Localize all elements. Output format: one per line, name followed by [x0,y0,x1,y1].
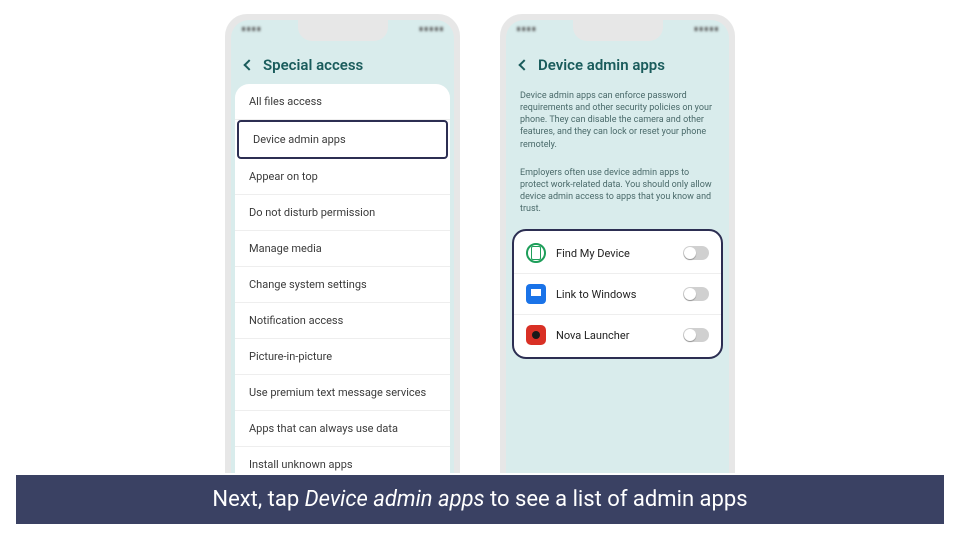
admin-apps-list: Find My Device Link to Windows Nova Launch… [512,229,723,359]
notch [298,20,388,41]
toggle-switch[interactable] [683,328,709,342]
caption-pre: Next, tap [212,487,304,512]
screen-right: ∎∎∎∎∎∎∎∎∎ Device admin apps Device admin… [506,20,729,508]
settings-item[interactable]: Manage media [235,231,450,267]
description-1: Device admin apps can enforce password r… [506,84,729,161]
stage: ∎∎∎∎∎∎∎∎∎ Special access All files acces… [0,0,960,540]
app-name: Find My Device [556,247,673,260]
page-title: Device admin apps [538,56,665,74]
phone-left: ∎∎∎∎∎∎∎∎∎ Special access All files acces… [225,14,460,514]
settings-item[interactable]: Do not disturb permission [235,195,450,231]
settings-item[interactable]: All files access [235,84,450,120]
settings-list: All files accessDevice admin appsAppear … [235,84,450,504]
settings-item[interactable]: Notification access [235,303,450,339]
find-icon [526,243,546,263]
notch [573,20,663,41]
screen-left: ∎∎∎∎∎∎∎∎∎ Special access All files acces… [231,20,454,508]
app-name: Link to Windows [556,288,673,301]
link-icon [526,284,546,304]
settings-item[interactable]: Picture-in-picture [235,339,450,375]
phone-right: ∎∎∎∎∎∎∎∎∎ Device admin apps Device admin… [500,14,735,514]
caption: Next, tap Device admin apps to see a lis… [14,473,946,526]
toggle-switch[interactable] [683,287,709,301]
settings-item[interactable]: Device admin apps [237,120,448,159]
page-title: Special access [263,56,363,74]
settings-item[interactable]: Apps that can always use data [235,411,450,447]
page-header: Special access [231,42,454,84]
settings-item[interactable]: Appear on top [235,159,450,195]
caption-post: to see a list of admin apps [485,487,748,512]
nova-icon [526,325,546,345]
admin-app-row[interactable]: Find My Device [514,233,721,273]
caption-emphasis: Device admin apps [305,487,485,512]
description-2: Employers often use device admin apps to… [506,161,729,226]
settings-item[interactable]: Change system settings [235,267,450,303]
toggle-switch[interactable] [683,246,709,260]
settings-item[interactable]: Use premium text message services [235,375,450,411]
admin-app-row[interactable]: Nova Launcher [514,314,721,355]
back-icon[interactable] [518,59,529,70]
admin-app-row[interactable]: Link to Windows [514,273,721,314]
back-icon[interactable] [243,59,254,70]
page-header: Device admin apps [506,42,729,84]
app-name: Nova Launcher [556,329,673,342]
